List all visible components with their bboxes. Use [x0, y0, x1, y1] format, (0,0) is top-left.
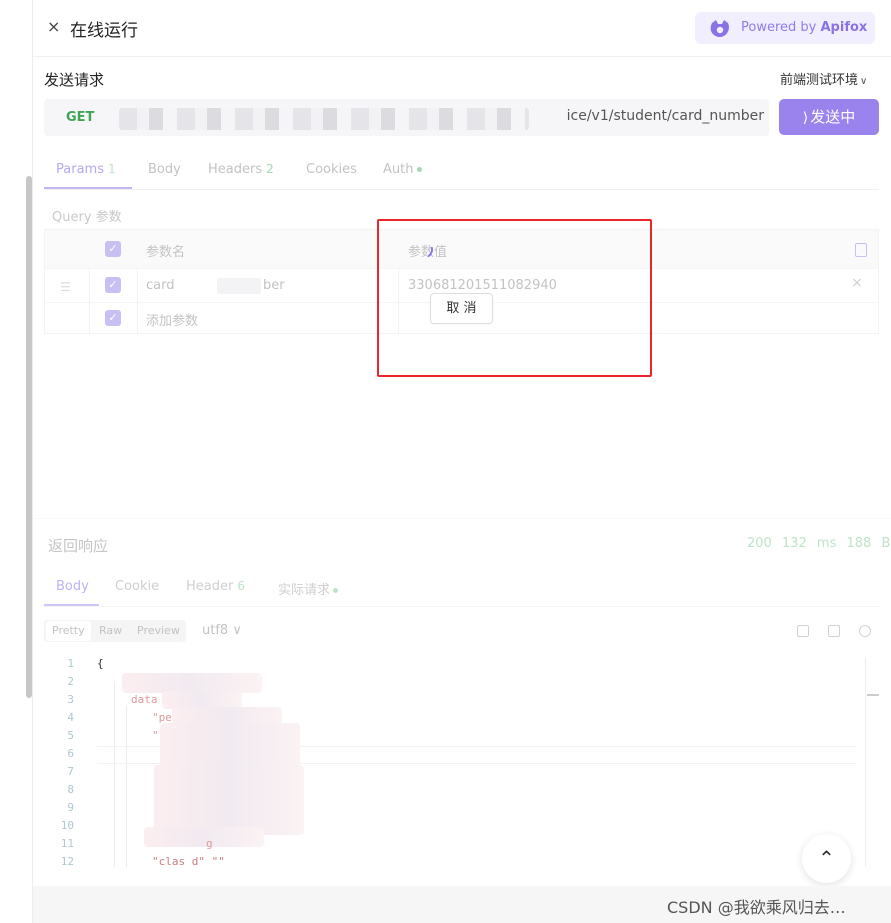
line-number: 3 [67, 693, 74, 706]
actual-request-dot [333, 588, 339, 593]
line-number: 6 [67, 747, 74, 760]
line-number: 1 [67, 657, 74, 670]
tab-headers[interactable]: Headers 2 [208, 162, 274, 177]
tab-response-header[interactable]: Header 6 [186, 579, 245, 594]
json-key-data: data [131, 693, 158, 706]
auth-status-dot [417, 167, 423, 172]
query-params-title: Query 参数 [52, 210, 122, 225]
chevron-down-icon: ∨ [860, 76, 868, 87]
response-tabs: Body Cookie Header 6 实际请求 [44, 575, 879, 607]
search-icon[interactable] [859, 625, 871, 637]
environment-label: 前端测试环境 [780, 73, 859, 88]
powered-by-badge[interactable]: Powered by Apifox [695, 12, 875, 44]
dialog-header: × 在线运行 Powered by Apifox [33, 0, 891, 57]
line-number: 9 [67, 801, 74, 814]
powered-by-text: Powered by Apifox [741, 20, 868, 35]
brand-name: Apifox [820, 20, 868, 35]
url-redacted-blur [119, 108, 529, 130]
tab-body[interactable]: Body [148, 162, 181, 177]
json-key-fragment: "clas d" "" [152, 855, 225, 868]
http-method[interactable]: GET [66, 110, 94, 125]
format-pretty[interactable]: Pretty [46, 621, 91, 641]
format-raw[interactable]: Raw [99, 624, 122, 637]
dialog-title: 在线运行 [70, 21, 138, 41]
encoding-select[interactable]: utf8 ∨ [202, 623, 242, 638]
response-size: 188 B [846, 536, 891, 551]
close-icon[interactable]: × [47, 17, 63, 37]
select-all-checkbox[interactable]: ✓ [105, 241, 121, 257]
code-redacted-blur [144, 827, 264, 847]
tab-cookies[interactable]: Cookies [306, 162, 357, 177]
add-row-checkbox[interactable]: ✓ [105, 310, 121, 326]
tab-actual-request[interactable]: 实际请求 [278, 579, 339, 598]
active-tab-indicator [44, 187, 132, 189]
line-number: 2 [67, 675, 74, 688]
delete-row-icon[interactable]: × [851, 275, 863, 291]
line-number: 10 [60, 819, 74, 832]
copy-icon[interactable] [828, 625, 840, 637]
status-code: 200 [747, 536, 772, 551]
column-header-name: 参数名 [146, 245, 186, 260]
line-number: 11 [60, 837, 74, 850]
send-button-label: 发送中 [810, 108, 856, 126]
highlight-annotation-box [377, 219, 652, 377]
format-toggle: Pretty Raw Preview [44, 620, 186, 642]
tab-params[interactable]: Params 1 [56, 162, 116, 177]
line-number: 5 [67, 729, 74, 742]
app-window: × 在线运行 Powered by Apifox 发送请求 前端测试环境 ∨ GE… [0, 0, 891, 923]
watermark-text: CSDN @我欲乘风归去… [667, 898, 846, 917]
row-checkbox[interactable]: ✓ [105, 277, 121, 293]
request-tabs: Params 1 Body Headers 2 Cookies Auth [44, 155, 879, 190]
response-stats: 200 132 ms 188 B [747, 536, 890, 551]
loading-spinner-icon: ⟩ [802, 110, 809, 126]
line-number: 7 [67, 765, 74, 778]
active-response-tab-indicator [44, 604, 99, 606]
environment-select[interactable]: 前端测试环境 ∨ [780, 69, 867, 88]
send-request-title: 发送请求 [44, 71, 105, 89]
line-number: 12 [60, 855, 74, 868]
param-name-end[interactable]: ber [263, 278, 285, 293]
code-redacted-blur [160, 723, 300, 767]
response-panel: 返回响应 200 132 ms 188 B Body Cookie Header… [33, 518, 891, 888]
url-input[interactable]: GET ice/v1/student/card_number [44, 99, 769, 136]
json-key-fragment: g [206, 837, 213, 850]
params-count-badge: 1 [107, 162, 116, 176]
back-to-top-button[interactable]: ⌃ [802, 834, 851, 883]
response-code-view[interactable]: 1 2 3 4 5 6 7 8 9 10 11 12 { data "pe " [44, 657, 879, 877]
add-param-placeholder[interactable]: 添加参数 [146, 310, 198, 329]
json-open-brace: { [97, 657, 104, 670]
response-title: 返回响应 [48, 537, 109, 555]
param-name-start[interactable]: card [146, 278, 174, 293]
send-button[interactable]: ⟩ 发送中 [779, 99, 879, 135]
left-scrollbar[interactable] [26, 176, 32, 698]
bulk-edit-icon[interactable] [855, 243, 867, 257]
tab-response-cookie[interactable]: Cookie [115, 579, 159, 594]
param-name-redacted-blur [217, 278, 261, 294]
line-number: 8 [67, 783, 74, 796]
json-key-fragment: " [152, 729, 159, 742]
tab-auth[interactable]: Auth [383, 162, 423, 177]
headers-count-badge: 2 [266, 162, 274, 176]
line-number: 4 [67, 711, 74, 724]
code-redacted-blur [122, 673, 262, 693]
code-redacted-blur [154, 765, 304, 835]
apifox-logo-icon [710, 20, 729, 38]
response-time: 132 ms [781, 536, 837, 551]
drag-handle-icon[interactable]: ☰ [60, 280, 71, 294]
format-preview[interactable]: Preview [137, 624, 180, 637]
tab-response-body[interactable]: Body [56, 579, 89, 594]
code-scrollbar[interactable] [865, 657, 879, 867]
download-icon[interactable] [797, 625, 809, 637]
header-count-badge: 6 [237, 579, 245, 593]
